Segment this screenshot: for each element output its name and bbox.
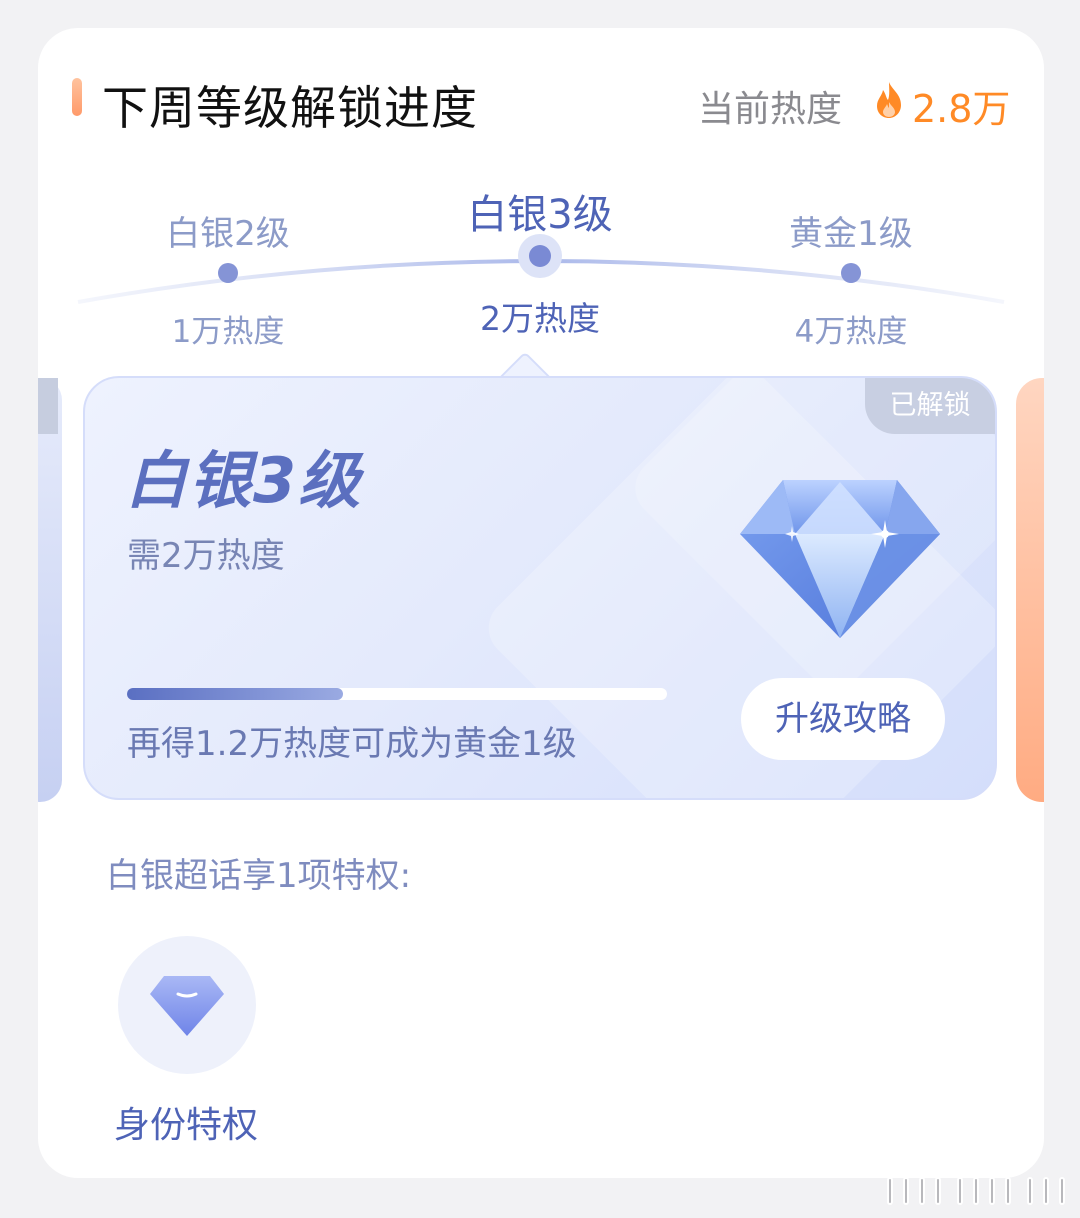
watermark-logo [887,1177,1065,1205]
privilege-item-label: 身份特权 [114,1105,259,1146]
level-requirement-next: 4万热度 [794,314,908,350]
upgrade-guide-button[interactable]: 升级攻略 [741,678,945,760]
card-requirement: 需2万热度 [127,536,285,576]
privilege-item-identity[interactable] [118,936,256,1074]
unlocked-badge: 已解锁 [865,378,995,434]
level-requirement-current: 2万热度 [480,299,600,338]
level-name-current[interactable]: 白银3级 [440,182,640,240]
upgrade-progress-bar [127,688,667,700]
level-dot-prev [218,263,238,283]
level-dot-next [841,263,861,283]
upgrade-note: 再得1.2万热度可成为黄金1级 [127,724,577,764]
level-name-next[interactable]: 黄金1级 [751,206,951,255]
level-name-prev[interactable]: 白银2级 [128,206,328,255]
diamond-icon [150,976,224,1036]
privileges-title: 白银超话享1项特权: [106,856,412,896]
next-level-card[interactable] [1016,378,1044,802]
previous-level-card[interactable] [38,378,62,802]
level-requirement-prev: 1万热度 [171,314,285,350]
level-unlock-panel: 下周等级解锁进度 当前热度 2.8万 白银2级 白银3级 黄金1级 1万热度 2… [38,28,1044,1178]
diamond-icon [740,480,940,638]
current-level-card: 已解锁 白银3级 需2万热度 再得1.2万热度可成为黄金1级 升级攻略 [83,376,997,800]
upgrade-progress-fill [127,688,343,700]
card-level-title: 白银3级 [125,444,363,517]
level-dot-current [529,245,551,267]
